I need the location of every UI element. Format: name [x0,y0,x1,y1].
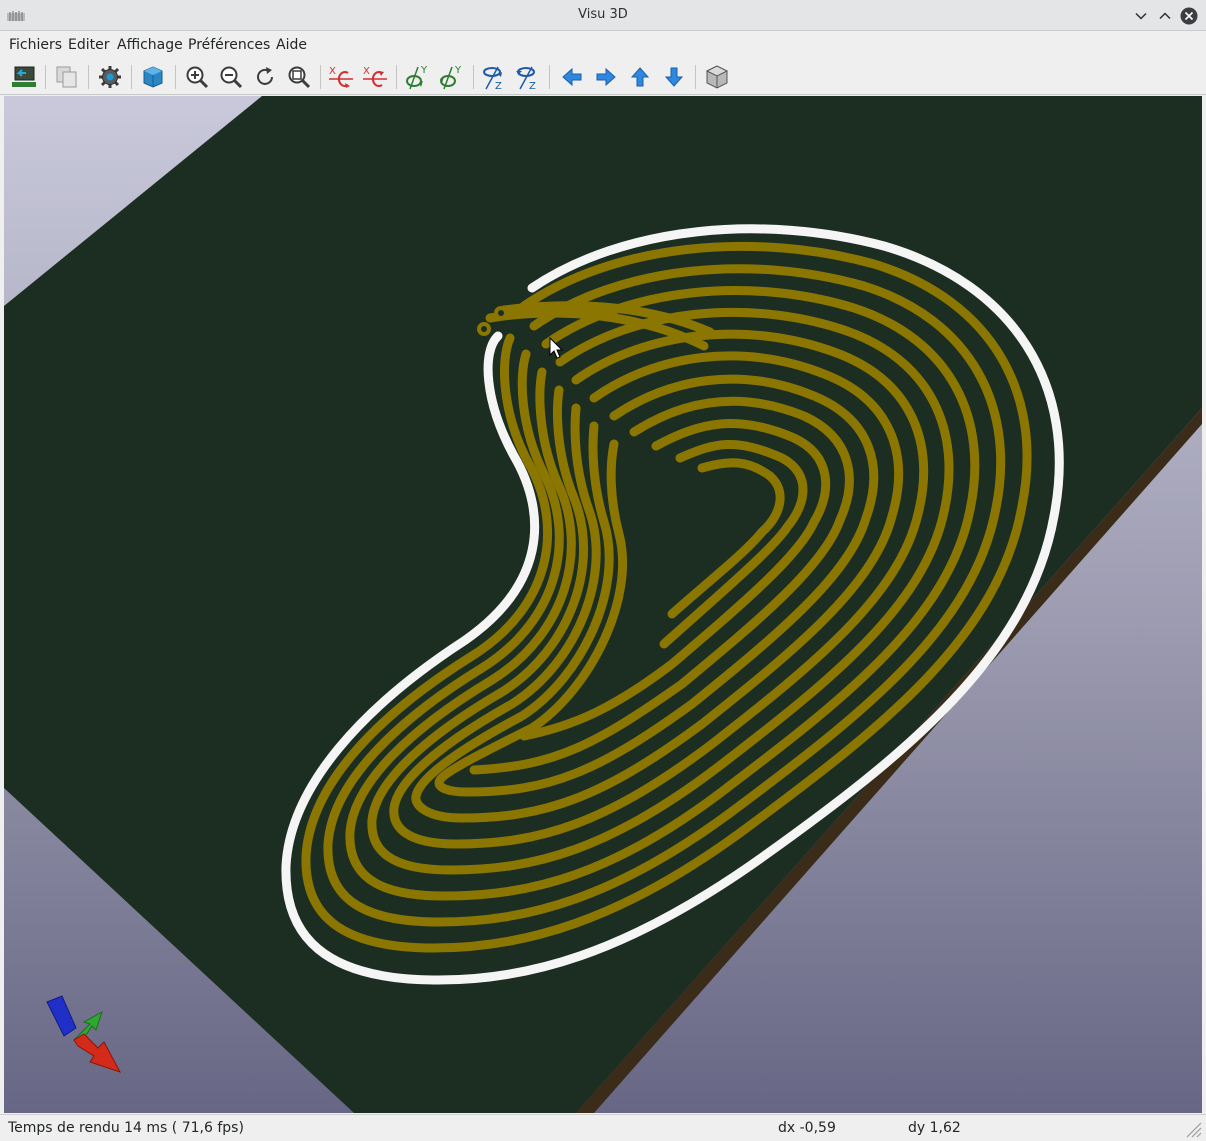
pcb-3d-scene [4,96,1202,1113]
svg-text:Z: Z [529,81,536,91]
move-left-button[interactable] [557,62,587,92]
svg-text:X: X [329,66,336,77]
svg-text:Z: Z [495,81,502,91]
render-time-label: Temps de rendu 14 ms ( 71,6 fps) [8,1120,244,1136]
close-icon [1180,7,1198,25]
dx-readout: dx -0,59 [778,1120,836,1136]
zoom-out-icon [220,66,243,89]
svg-text:X: X [363,66,370,77]
menu-fichiers[interactable]: Fichiers [9,37,62,53]
rotate-x-cw-button[interactable]: X [326,62,356,92]
arrow-right-icon [596,67,616,87]
rotate-y-cw-icon: Y [406,65,428,90]
toggle-ortho-button[interactable] [702,62,732,92]
toolbar-separator [549,65,550,89]
rotate-z-ccw-button[interactable]: Z [513,62,543,92]
move-up-button[interactable] [625,62,655,92]
3d-viewport[interactable] [4,96,1202,1113]
menu-preferences[interactable]: Préférences [188,37,270,53]
toolbar-separator [175,65,176,89]
maximize-button[interactable] [1155,6,1175,26]
copy-image-button[interactable] [52,62,82,92]
toolbar-separator [320,65,321,89]
zoom-in-icon [186,66,209,89]
settings-button[interactable] [95,62,125,92]
toolbar-separator [473,65,474,89]
rotate-y-ccw-button[interactable]: Y [437,62,467,92]
rotate-x-ccw-icon: X [363,66,387,87]
move-right-button[interactable] [591,62,621,92]
render-realistic-button[interactable] [138,62,168,92]
reload-board-button[interactable] [9,62,39,92]
toolbar-separator [131,65,132,89]
rotate-y-ccw-icon: Y [440,65,462,90]
cube-outline-icon [705,65,729,89]
toolbar-separator [88,65,89,89]
toolbar-separator [695,65,696,89]
svg-text:Y: Y [420,65,428,76]
reload-board-icon [12,66,36,87]
gear-icon [99,66,121,88]
chevron-down-icon [1135,12,1147,20]
menu-affichage[interactable]: Affichage [117,37,183,53]
zoom-in-button[interactable] [182,62,212,92]
minimize-button[interactable] [1131,6,1151,26]
menu-bar: Fichiers Editer Affichage Préférences Ai… [0,31,1206,59]
zoom-fit-icon [288,66,311,89]
toolbar-separator [396,65,397,89]
refresh-icon [257,67,273,85]
arrow-up-icon [630,67,650,87]
move-down-button[interactable] [659,62,689,92]
title-bar[interactable]: Visu 3D [0,0,1206,31]
toolbar: X X Y Y Z Z [0,59,1206,95]
toolbar-separator [45,65,46,89]
dy-readout: dy 1,62 [908,1120,961,1136]
zoom-fit-button[interactable] [284,62,314,92]
rotate-z-cw-button[interactable]: Z [479,62,509,92]
arrow-left-icon [562,67,582,87]
rotate-z-ccw-icon: Z [516,66,536,91]
arrow-down-icon [664,67,684,87]
rotate-y-cw-button[interactable]: Y [403,62,433,92]
redraw-button[interactable] [250,62,280,92]
status-bar: Temps de rendu 14 ms ( 71,6 fps) dx -0,5… [0,1114,1206,1141]
zoom-out-button[interactable] [216,62,246,92]
via-pad [477,322,491,336]
svg-text:Y: Y [454,65,462,76]
menu-aide[interactable]: Aide [276,37,307,53]
cube-icon [143,66,163,88]
rotate-z-cw-icon: Z [483,66,502,91]
window-title: Visu 3D [578,7,628,22]
menu-editer[interactable]: Editer [68,37,109,53]
resize-grip-icon[interactable] [1184,1120,1202,1138]
rotate-x-cw-icon: X [329,66,353,88]
via-pad [494,306,508,320]
rotate-x-ccw-button[interactable]: X [360,62,390,92]
close-button[interactable] [1179,6,1199,26]
copy-icon [56,66,77,88]
chevron-up-icon [1159,12,1171,20]
